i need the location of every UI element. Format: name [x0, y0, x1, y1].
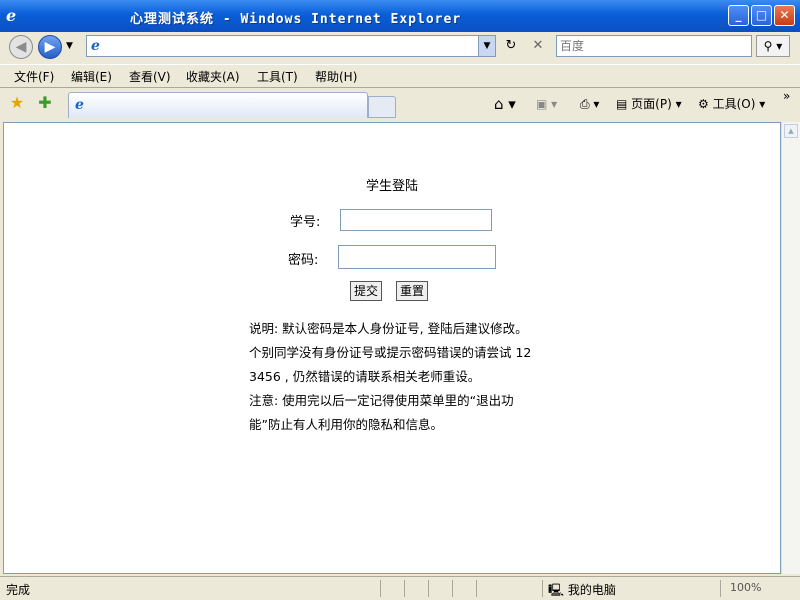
title-bar: e 心理测试系统 - Windows Internet Explorer _ □… [0, 0, 800, 32]
page-content: 学生登陆 学号: 密码: 提交 重置 说明: 默认密码是本人身份证号, 登陆后建… [3, 122, 781, 574]
feeds-icon[interactable]: ▣ ▾ [536, 96, 557, 112]
back-button[interactable]: ◀ [9, 35, 33, 59]
stop-icon[interactable]: ✕ [527, 35, 549, 57]
tools-menu-label: 工具(O) [712, 97, 756, 111]
zone-label: 我的电脑 [567, 583, 616, 597]
add-favorite-icon[interactable]: ✚ [34, 92, 56, 114]
ie-logo-icon: e [6, 6, 17, 25]
refresh-icon[interactable]: ↻ [500, 35, 522, 57]
instruction-text: 说明: 默认密码是本人身份证号, 登陆后建议修改。个别同学没有身份证号或提示密码… [249, 321, 532, 384]
maximize-button[interactable]: □ [751, 5, 772, 26]
tab-current[interactable]: e [68, 92, 368, 118]
minimize-button[interactable]: _ [728, 5, 749, 26]
menu-help[interactable]: 帮助(H) [315, 68, 357, 85]
scroll-up-icon[interactable]: ▲ [784, 124, 798, 138]
menu-edit[interactable]: 编辑(E) [71, 68, 112, 85]
password-input[interactable] [338, 245, 496, 269]
menu-view[interactable]: 查看(V) [129, 68, 171, 85]
print-icon[interactable]: ⎙ ▾ [580, 96, 599, 112]
menu-tools[interactable]: 工具(T) [257, 68, 298, 85]
page-menu-button[interactable]: ▤ 页面(P) ▾ [616, 96, 682, 112]
chevron-more-icon[interactable]: » [783, 88, 790, 104]
status-bar: 完成 🖳 我的电脑 100% [0, 576, 800, 600]
menu-bar: 文件(F) 编辑(E) 查看(V) 收藏夹(A) 工具(T) 帮助(H) [0, 64, 800, 88]
page-menu-label: 页面(P) [631, 97, 672, 111]
gear-icon: ⚙ [698, 97, 709, 111]
forward-button[interactable]: ▶ [38, 35, 62, 59]
home-icon[interactable]: ⌂ ▾ [494, 96, 516, 112]
page-icon: e [75, 97, 84, 113]
address-dropdown-icon[interactable]: ▼ [478, 36, 495, 56]
history-dropdown-icon[interactable]: ▼ [66, 41, 76, 51]
menu-favorites[interactable]: 收藏夹(A) [186, 68, 240, 85]
page-title: 学生登陆 [366, 179, 419, 194]
password-label: 密码: [288, 253, 319, 268]
address-input[interactable]: e ▼ [86, 35, 496, 57]
search-input[interactable]: 百度 [556, 35, 752, 57]
submit-button[interactable]: 提交 [350, 281, 383, 301]
instructions: 说明: 默认密码是本人身份证号, 登陆后建议修改。个别同学没有身份证号或提示密码… [249, 317, 535, 437]
student-id-label: 学号: [290, 215, 321, 230]
reset-button[interactable]: 重置 [396, 281, 429, 301]
close-button[interactable]: ✕ [774, 5, 795, 26]
browser-window: e 心理测试系统 - Windows Internet Explorer _ □… [0, 0, 800, 600]
menu-file[interactable]: 文件(F) [14, 68, 54, 85]
zoom-level[interactable]: 100% [730, 581, 761, 594]
search-button[interactable]: ⚲ ▾ [756, 35, 790, 57]
page-icon: e [91, 38, 100, 54]
favorites-star-icon[interactable]: ★ [6, 92, 28, 114]
warning-text: 注意: 使用完以后一定记得使用菜单里的“退出功能”防止有人利用你的隐私和信息。 [249, 393, 514, 432]
student-id-input[interactable] [340, 209, 492, 231]
new-tab-button[interactable] [368, 96, 396, 118]
page-icon: ▤ [616, 97, 628, 111]
status-text: 完成 [6, 583, 31, 597]
vertical-scrollbar[interactable]: ▲ [781, 122, 800, 574]
window-title: 心理测试系统 - Windows Internet Explorer [130, 12, 462, 27]
tab-bar: ★ ✚ e ⌂ ▾ ▣ ▾ ⎙ ▾ ▤ 页面(P) ▾ ⚙ 工具(O) ▾ » [0, 88, 800, 122]
security-zone[interactable]: 🖳 我的电脑 [548, 581, 616, 600]
computer-icon: 🖳 [548, 583, 565, 597]
tools-menu-button[interactable]: ⚙ 工具(O) ▾ [698, 96, 765, 112]
